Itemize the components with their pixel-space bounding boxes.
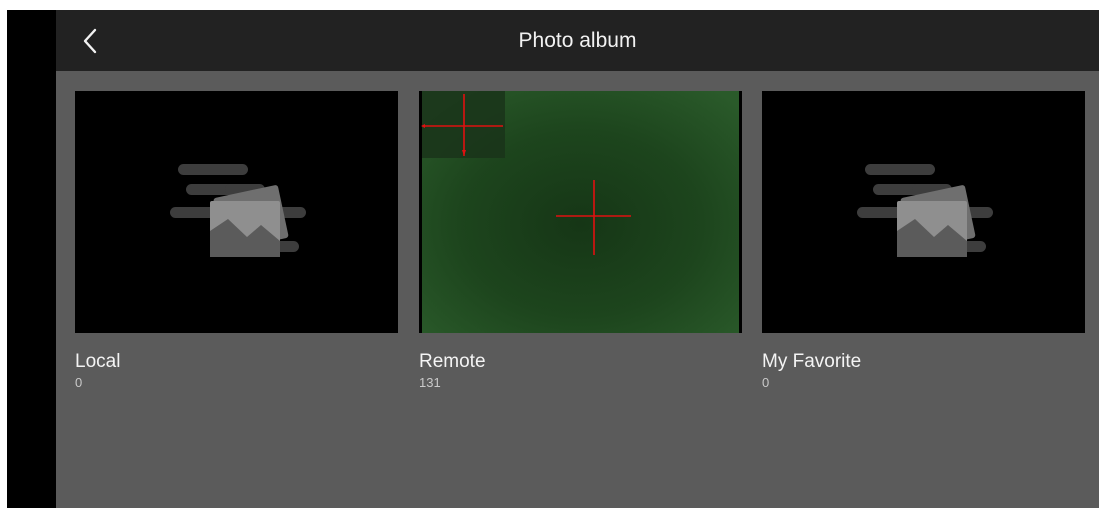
placeholder-image-icon xyxy=(857,164,993,257)
album-count: 0 xyxy=(762,375,770,390)
album-my-favorite[interactable]: My Favorite 0 xyxy=(762,91,1085,391)
album-thumbnail xyxy=(75,91,398,333)
placeholder-image-icon xyxy=(170,164,306,257)
album-local[interactable]: Local 0 xyxy=(75,91,398,391)
thermal-crosshair-preview xyxy=(419,91,742,333)
album-name: Local xyxy=(75,351,121,372)
album-remote[interactable]: Remote 131 xyxy=(419,91,742,391)
top-bar: Photo album xyxy=(56,10,1099,71)
photo-album-screen: Photo album Local 0 Remote 131 My Favori… xyxy=(56,10,1099,508)
back-button[interactable] xyxy=(74,23,108,59)
page-title: Photo album xyxy=(518,29,637,52)
album-name: My Favorite xyxy=(762,351,862,372)
album-thumbnail xyxy=(419,91,742,333)
chevron-left-icon xyxy=(83,28,97,54)
album-name: Remote xyxy=(419,351,486,372)
album-count: 0 xyxy=(75,375,83,390)
device-screen: Photo album Local 0 Remote 131 My Favori… xyxy=(7,10,1099,508)
album-count: 131 xyxy=(419,375,441,390)
album-thumbnail xyxy=(762,91,1085,333)
